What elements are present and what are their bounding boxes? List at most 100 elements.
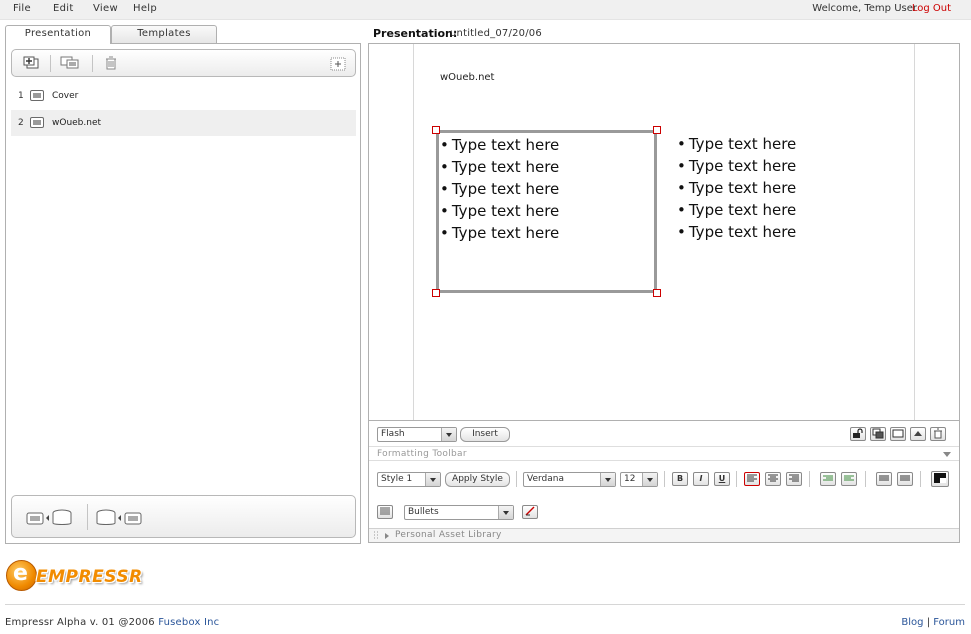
menu-bar: File Edit View Help Welcome, Temp User L…: [0, 0, 971, 20]
bullet-list-left[interactable]: Type text here Type text here Type text …: [440, 134, 559, 244]
bullet-item: Type text here: [677, 177, 796, 199]
menu-file[interactable]: File: [13, 3, 31, 14]
list-type-select[interactable]: Bullets: [404, 505, 514, 520]
database-to-slide-icon[interactable]: [96, 509, 148, 530]
lock-icon[interactable]: [850, 427, 866, 441]
expand-panel-icon[interactable]: [330, 57, 348, 71]
slide-thumbnail-icon: [30, 117, 44, 128]
toolbar-divider: [50, 55, 51, 72]
menu-view[interactable]: View: [93, 3, 118, 14]
bullet-item: Type text here: [677, 221, 796, 243]
chevron-down-icon: [600, 473, 615, 486]
apply-style-button[interactable]: Apply Style: [445, 472, 510, 487]
toolbar-divider: [664, 471, 665, 487]
resize-handle-top-right[interactable]: [653, 126, 661, 134]
selected-text-box[interactable]: Type text here Type text here Type text …: [432, 126, 661, 297]
toolbar-divider: [92, 55, 93, 72]
resize-handle-top-left[interactable]: [432, 126, 440, 134]
toolbar-divider: [865, 471, 866, 487]
align-right-icon[interactable]: [786, 472, 802, 486]
font-size-select[interactable]: 12: [620, 472, 658, 487]
trash-icon[interactable]: [104, 56, 122, 70]
footer-separator: |: [926, 617, 931, 628]
list-icon[interactable]: [377, 505, 393, 519]
logout-link[interactable]: Log Out: [912, 3, 951, 14]
align-left-icon[interactable]: [744, 472, 760, 486]
menu-edit[interactable]: Edit: [53, 3, 74, 14]
menu-help[interactable]: Help: [133, 3, 157, 14]
trash-icon[interactable]: [930, 427, 946, 441]
style-value: Style 1: [381, 474, 413, 484]
empressr-logo: e EMPRESSR: [6, 560, 166, 592]
logo-wordmark: EMPRESSR: [36, 567, 143, 587]
bullet-item: Type text here: [677, 133, 796, 155]
slide-title-text[interactable]: wOueb.net: [440, 72, 494, 83]
footer-divider: [5, 604, 965, 605]
bold-button[interactable]: B: [672, 472, 688, 486]
indent-icon[interactable]: [820, 472, 836, 486]
line-spacing-icon[interactable]: [876, 472, 892, 486]
tab-presentation[interactable]: Presentation: [5, 25, 111, 44]
slide-canvas[interactable]: wOueb.net Type text here Type text here …: [369, 44, 959, 421]
underline-button[interactable]: U: [714, 472, 730, 486]
asset-library-bar[interactable]: Personal Asset Library: [369, 528, 959, 542]
clear-formatting-icon[interactable]: [522, 505, 538, 519]
margin-guide-left: [413, 44, 414, 420]
duplicate-slide-icon[interactable]: [60, 56, 79, 70]
company-link[interactable]: Fusebox Inc: [158, 617, 219, 628]
footer-links: Blog | Forum: [901, 617, 965, 628]
bullet-list-right[interactable]: Type text here Type text here Type text …: [677, 133, 796, 243]
logo-letter: e: [13, 561, 28, 586]
presentation-label: Presentation:: [373, 27, 458, 40]
collapse-triangle-icon[interactable]: [943, 452, 951, 457]
bullet-item: Type text here: [677, 199, 796, 221]
tab-templates[interactable]: Templates: [111, 25, 217, 43]
toolbar-divider: [920, 471, 921, 487]
resize-handle-bottom-left[interactable]: [432, 289, 440, 297]
slide-label: wOueb.net: [52, 118, 102, 128]
bring-forward-icon[interactable]: [870, 427, 886, 441]
font-select[interactable]: Verdana: [523, 472, 616, 487]
blog-link[interactable]: Blog: [901, 617, 923, 628]
style-select[interactable]: Style 1: [377, 472, 441, 487]
chevron-down-icon: [425, 473, 440, 486]
slide-list-item[interactable]: 1 Cover: [11, 83, 356, 109]
align-center-icon[interactable]: [765, 472, 781, 486]
paragraph-spacing-icon[interactable]: [897, 472, 913, 486]
resize-handle-bottom-right[interactable]: [653, 289, 661, 297]
toolbar-divider: [87, 504, 88, 530]
presentation-name: untitled_07/20/06: [450, 28, 542, 39]
insert-button[interactable]: Insert: [460, 427, 510, 442]
slide-to-database-icon[interactable]: [26, 509, 78, 530]
slide-toolbar: [11, 49, 356, 77]
toolbar-divider: [809, 471, 810, 487]
insert-toolbar: Flash Insert: [369, 422, 959, 446]
forum-link[interactable]: Forum: [933, 617, 965, 628]
welcome-text: Welcome, Temp User: [812, 3, 917, 14]
slide-number: 2: [18, 118, 24, 128]
slide-list-panel: 1 Cover 2 wOueb.net: [5, 43, 361, 544]
media-type-select[interactable]: Flash: [377, 427, 457, 442]
move-up-icon[interactable]: [910, 427, 926, 441]
bullet-item: Type text here: [440, 200, 559, 222]
add-slide-icon[interactable]: [22, 56, 40, 70]
slide-editor: wOueb.net Type text here Type text here …: [368, 43, 960, 543]
slide-list-item[interactable]: 2 wOueb.net: [11, 110, 356, 136]
margin-guide-right: [914, 44, 915, 420]
chevron-down-icon: [642, 473, 657, 486]
export-toolbar: [11, 495, 356, 538]
slide-number: 1: [18, 91, 24, 101]
chevron-down-icon: [441, 428, 456, 441]
expand-triangle-icon[interactable]: [384, 532, 390, 543]
list-type-value: Bullets: [408, 507, 439, 517]
fit-to-page-icon[interactable]: [890, 427, 906, 441]
formatting-toolbar-header[interactable]: Formatting Toolbar: [369, 446, 959, 461]
formatting-toolbar-label: Formatting Toolbar: [377, 449, 467, 459]
italic-button[interactable]: I: [693, 472, 709, 486]
text-color-icon[interactable]: [931, 471, 949, 487]
outdent-icon[interactable]: [841, 472, 857, 486]
slide-label: Cover: [52, 91, 79, 101]
chevron-down-icon: [498, 506, 513, 519]
bullet-item: Type text here: [677, 155, 796, 177]
footer-copyright: Empressr Alpha v. 01 @2006 Fusebox Inc: [5, 617, 219, 628]
